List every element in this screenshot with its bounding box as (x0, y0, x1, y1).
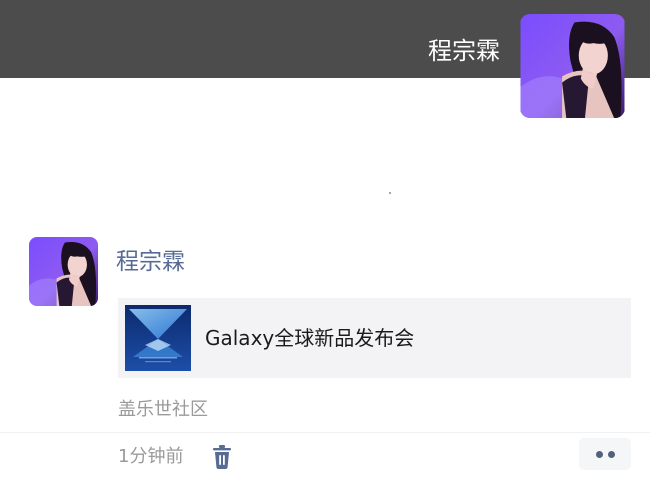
moments-page: 程宗霖 程宗霖 Galaxy全球新品发布会 盖乐世社区 1分钟前 (0, 0, 650, 490)
delete-button[interactable] (210, 443, 234, 471)
speck-mark (389, 192, 391, 194)
more-button[interactable] (579, 438, 631, 470)
more-dots-icon (608, 451, 615, 458)
shared-link-card[interactable]: Galaxy全球新品发布会 (118, 298, 631, 378)
more-dots-icon (596, 451, 603, 458)
post-author-name[interactable]: 程宗霖 (116, 245, 185, 279)
user-avatar-icon (520, 14, 625, 118)
shared-card-title: Galaxy全球新品发布会 (205, 326, 415, 350)
trash-icon (213, 445, 231, 469)
post-source[interactable]: 盖乐世社区 (118, 396, 208, 424)
post-author-avatar[interactable] (29, 237, 98, 306)
galaxy-event-thumbnail-icon (125, 305, 191, 371)
post-time: 1分钟前 (118, 446, 184, 467)
user-avatar-icon (29, 237, 98, 306)
profile-name: 程宗霖 (428, 37, 500, 65)
profile-avatar[interactable] (520, 14, 625, 118)
divider (0, 432, 650, 433)
